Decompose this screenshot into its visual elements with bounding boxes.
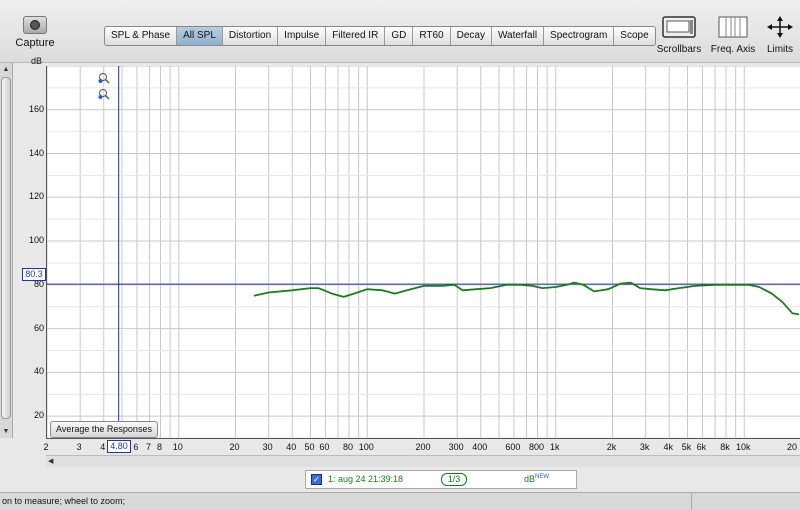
x-tick-label: 4k (663, 442, 673, 452)
x-tick-label: 200 (415, 442, 431, 452)
capture-label: Capture (15, 37, 55, 49)
x-tick-label: 60 (319, 442, 330, 452)
y-tick-label: 140 (28, 147, 44, 158)
y-axis-unit: dB (31, 56, 43, 66)
scrollbars-button[interactable]: Scrollbars (656, 16, 702, 55)
freq-axis-label: Freq. Axis (710, 44, 756, 55)
x-tick-label: 6 (133, 442, 139, 452)
x-tick-label: 7 (146, 442, 152, 452)
x-tick-label: 20 (229, 442, 240, 452)
x-tick-label: 3k (639, 442, 650, 452)
zoom-in-icon[interactable] (98, 72, 110, 84)
toolbar: Capture SPL & Phase All SPL Distortion I… (0, 0, 800, 63)
smoothing-badge[interactable]: 1/3 (441, 473, 467, 486)
x-tick-label: 10k (735, 442, 751, 452)
measurement-checkbox[interactable]: ✓ (311, 474, 322, 485)
measurement-name[interactable]: 1: aug 24 21:39:18 (328, 474, 403, 484)
status-bar: on to measure; wheel to zoom; (0, 492, 800, 510)
y-cursor-readout: 80.3 (22, 268, 46, 281)
measurement-unit: dBNEW (524, 474, 549, 484)
x-tick-label: 40 (286, 442, 297, 452)
tab-distortion[interactable]: Distortion (223, 27, 279, 45)
tab-impulse[interactable]: Impulse (278, 27, 327, 45)
x-tick-label: 10 (172, 442, 183, 452)
x-tick-label: 80 (342, 442, 353, 452)
x-cursor-readout: 4.80 (107, 440, 131, 453)
x-tick-label: 30 (262, 442, 273, 452)
average-responses-button[interactable]: Average the Responses (50, 421, 158, 438)
unit-text: dB (524, 474, 536, 484)
tab-filtered-ir[interactable]: Filtered IR (326, 27, 386, 45)
unit-sup: NEW (535, 474, 550, 480)
camera-icon (23, 16, 47, 34)
tab-rt60[interactable]: RT60 (413, 27, 451, 45)
scroll-left-icon[interactable]: ◀ (48, 457, 53, 465)
measurement-legend: ✓ 1: aug 24 21:39:18 1/3 dBNEW (305, 470, 577, 489)
vertical-scrollbar[interactable]: ▲ ▼ (0, 63, 13, 438)
status-text: on to measure; wheel to zoom; (2, 496, 126, 506)
freq-axis-icon (718, 16, 748, 38)
zoom-out-icon[interactable] (98, 88, 110, 100)
y-tick-label: 160 (28, 103, 44, 114)
capture-button[interactable]: Capture (14, 16, 56, 49)
x-tick-label: 3 (76, 442, 82, 452)
scroll-down-icon[interactable]: ▼ (0, 427, 12, 437)
x-tick-label: 2k (606, 442, 617, 452)
y-tick-label: 120 (28, 191, 44, 202)
freq-axis-button[interactable]: Freq. Axis (708, 16, 758, 55)
x-tick-label: 8k (720, 442, 730, 452)
x-tick-label: 4 (100, 442, 106, 452)
scrollbars-label: Scrollbars (656, 44, 702, 55)
x-tick-label: 6k (696, 442, 707, 452)
y-tick-label: 100 (28, 235, 44, 246)
tab-waterfall[interactable]: Waterfall (492, 27, 545, 45)
limits-button[interactable]: Limits (762, 16, 798, 55)
x-tick-label: 600 (505, 442, 521, 452)
x-tick-label: 2 (43, 442, 49, 452)
y-tick-label: 20 (33, 410, 44, 421)
y-tick-label: 40 (33, 366, 44, 377)
limits-icon (767, 16, 793, 38)
graph-tabs: SPL & Phase All SPL Distortion Impulse F… (104, 26, 656, 46)
x-tick-label: 8 (156, 442, 162, 452)
tab-spl-phase[interactable]: SPL & Phase (105, 27, 178, 45)
x-tick-label: 50 (304, 442, 315, 452)
tab-spectrogram[interactable]: Spectrogram (544, 27, 615, 45)
y-tick-label: 60 (33, 322, 44, 333)
x-tick-label: 800 (528, 442, 544, 452)
scrollbars-icon (662, 16, 696, 38)
x-tick-label: 20 (786, 442, 798, 452)
x-tick-label: 300 (448, 442, 464, 452)
spl-chart[interactable] (47, 66, 800, 438)
status-grip (691, 493, 800, 510)
tab-all-spl[interactable]: All SPL (177, 27, 223, 45)
x-tick-label: 100 (358, 442, 374, 452)
horizontal-scrollbar[interactable]: ◀ (46, 455, 800, 467)
x-tick-label: 5k (681, 442, 692, 452)
tab-gd[interactable]: GD (385, 27, 414, 45)
spl-plot-area[interactable] (46, 66, 800, 439)
x-tick-label: 400 (472, 442, 488, 452)
x-tick-label: 1k (549, 442, 560, 452)
scroll-up-icon[interactable]: ▲ (0, 65, 12, 75)
tab-decay[interactable]: Decay (451, 27, 492, 45)
limits-label: Limits (766, 44, 794, 55)
tab-scope[interactable]: Scope (614, 27, 654, 45)
